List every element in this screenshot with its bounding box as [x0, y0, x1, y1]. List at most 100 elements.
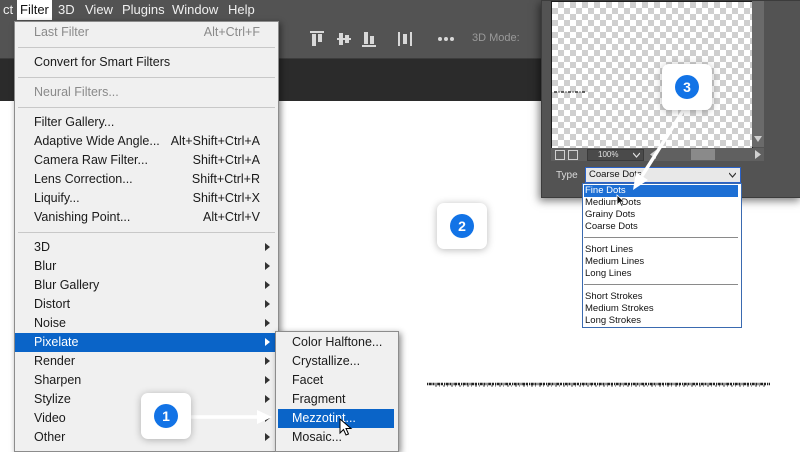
type-select[interactable]: Coarse Dots [585, 167, 741, 183]
zoom-in-button[interactable] [568, 150, 578, 160]
zoom-level-value: 100% [598, 150, 619, 159]
filter-preview[interactable] [551, 1, 753, 149]
option-coarse-dots[interactable]: Coarse Dots [584, 221, 738, 233]
type-select-value: Coarse Dots [589, 169, 642, 180]
menu-item-blur-gallery[interactable]: Blur Gallery [15, 276, 278, 295]
menu-item-label: Adaptive Wide Angle... [34, 134, 160, 148]
menu-item-label: Filter Gallery... [34, 115, 115, 129]
submenu-item-facet[interactable]: Facet [276, 371, 398, 390]
submenu-item-color-halftone[interactable]: Color Halftone... [276, 333, 398, 352]
menu-view[interactable]: View [82, 0, 116, 20]
submenu-arrow-icon [265, 357, 270, 365]
menu-item-label: Lens Correction... [34, 172, 133, 186]
scroll-right-arrow-icon[interactable] [754, 150, 762, 159]
menu-item-render[interactable]: Render [15, 352, 278, 371]
callout-1: 1 [141, 393, 191, 439]
menu-item-label: Sharpen [34, 373, 82, 387]
menu-item-label: Blur Gallery [34, 278, 100, 292]
align-bottom-icon[interactable] [360, 29, 378, 49]
submenu-item-label: Facet [292, 373, 324, 387]
menu-separator [18, 47, 275, 48]
menu-item-filter-gallery[interactable]: Filter Gallery... [15, 113, 278, 132]
menu-item-label: Render [34, 354, 75, 368]
filter-menu: Last Filter Alt+Ctrl+F Convert for Smart… [14, 21, 279, 452]
submenu-item-label: Mosaic... [292, 430, 343, 444]
menu-item-last-filter[interactable]: Last Filter Alt+Ctrl+F [15, 23, 278, 42]
menu-item-shortcut: Shift+Ctrl+A [192, 153, 260, 167]
menu-separator [18, 232, 275, 233]
menu-help[interactable]: Help [225, 0, 258, 20]
menu-item-shortcut: Alt+Ctrl+F [203, 25, 260, 39]
menu-item-camera-raw-filter[interactable]: Camera Raw Filter... Shift+Ctrl+A [15, 151, 278, 170]
menu-item-label: Vanishing Point... [34, 210, 131, 224]
menu-item-neural-filters[interactable]: Neural Filters... [15, 83, 278, 102]
option-fine-dots[interactable]: Fine Dots [584, 185, 738, 197]
option-medium-lines[interactable]: Medium Lines [584, 256, 738, 268]
menu-item-liquify[interactable]: Liquify... Shift+Ctrl+X [15, 189, 278, 208]
menu-window[interactable]: Window [169, 0, 221, 20]
menu-item-3d[interactable]: 3D [15, 238, 278, 257]
option-short-lines[interactable]: Short Lines [584, 244, 738, 256]
menu-item-sharpen[interactable]: Sharpen [15, 371, 278, 390]
menu-item-noise[interactable]: Noise [15, 314, 278, 333]
scroll-left-arrow-icon[interactable] [649, 150, 657, 159]
submenu-item-fragment[interactable]: Fragment [276, 390, 398, 409]
menu-item-label: Other [34, 430, 66, 444]
menu-item-blur[interactable]: Blur [15, 257, 278, 276]
menu-item-label: Stylize [34, 392, 71, 406]
submenu-arrow-icon [265, 243, 270, 251]
submenu-arrow-icon [265, 395, 270, 403]
option-short-strokes[interactable]: Short Strokes [584, 291, 738, 303]
option-long-strokes[interactable]: Long Strokes [584, 315, 738, 327]
menu-item-label: Convert for Smart Filters [34, 55, 171, 69]
menu-item-convert-smart-filters[interactable]: Convert for Smart Filters [15, 53, 278, 72]
option-label: Long Strokes [585, 315, 641, 326]
submenu-item-label: Color Halftone... [292, 335, 383, 349]
zoom-level[interactable]: 100% [587, 149, 644, 161]
menu-item-label: Blur [34, 259, 57, 273]
option-long-lines[interactable]: Long Lines [584, 268, 738, 280]
option-label: Long Lines [585, 268, 632, 279]
submenu-item-mezzotint[interactable]: Mezzotint... [278, 409, 394, 428]
preview-vertical-scrollbar[interactable] [752, 1, 764, 147]
menu-3d[interactable]: 3D [55, 0, 78, 20]
submenu-arrow-icon [265, 433, 270, 441]
option-medium-strokes[interactable]: Medium Strokes [584, 303, 738, 315]
option-medium-dots[interactable]: Medium Dots [584, 197, 738, 209]
menu-item-shortcut: Shift+Ctrl+X [192, 191, 260, 205]
menu-item-shortcut: Shift+Ctrl+R [191, 172, 260, 186]
menu-item-adaptive-wide-angle[interactable]: Adaptive Wide Angle... Alt+Shift+Ctrl+A [15, 132, 278, 151]
submenu-item-crystallize[interactable]: Crystallize... [276, 352, 398, 371]
submenu-arrow-icon [265, 338, 270, 346]
menu-item-lens-correction[interactable]: Lens Correction... Shift+Ctrl+R [15, 170, 278, 189]
menu-plugins[interactable]: Plugins [119, 0, 168, 20]
menu-item-pixelate[interactable]: Pixelate [15, 333, 278, 352]
menu-item-shortcut: Alt+Ctrl+V [203, 210, 260, 224]
preview-stroke [554, 91, 586, 93]
align-top-icon[interactable] [308, 29, 326, 49]
menu-item-distort[interactable]: Distort [15, 295, 278, 314]
preview-toolbar: 100% [551, 148, 764, 161]
type-label: Type [556, 170, 578, 181]
option-label: Grainy Dots [585, 209, 636, 220]
menu-item-vanishing-point[interactable]: Vanishing Point... Alt+Ctrl+V [15, 208, 278, 227]
horizontal-scroll-thumb[interactable] [691, 149, 715, 160]
callout-number: 1 [154, 404, 178, 428]
submenu-arrow-icon [265, 262, 270, 270]
menu-filter[interactable]: Filter [17, 0, 52, 20]
scroll-down-arrow-icon[interactable] [754, 135, 762, 143]
menu-item-label: Video [34, 411, 66, 425]
submenu-item-mosaic[interactable]: Mosaic... [276, 428, 398, 447]
zoom-out-button[interactable] [555, 150, 565, 160]
option-grainy-dots[interactable]: Grainy Dots [584, 209, 738, 221]
menu-item-label: Camera Raw Filter... [34, 153, 148, 167]
menu-separator [18, 107, 275, 108]
3d-mode-label: 3D Mode: [472, 32, 520, 44]
distribute-icon[interactable] [396, 29, 414, 49]
menu-separator [18, 77, 275, 78]
submenu-arrow-icon [265, 376, 270, 384]
align-vertical-center-icon[interactable] [335, 29, 353, 49]
more-options-icon[interactable] [436, 29, 454, 49]
option-label: Medium Dots [585, 197, 641, 208]
menu-select[interactable]: ct [0, 0, 16, 20]
